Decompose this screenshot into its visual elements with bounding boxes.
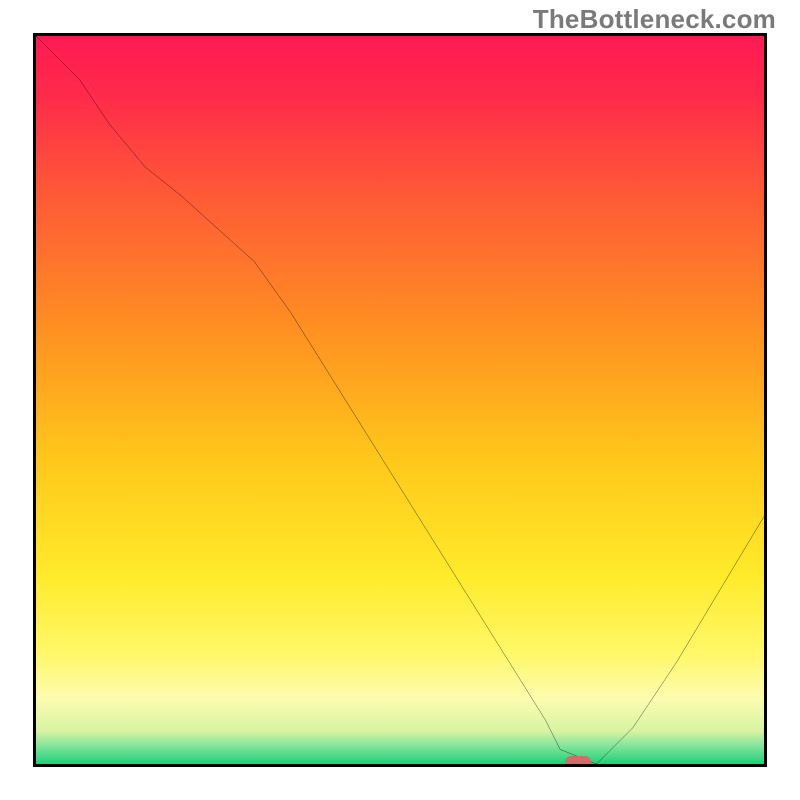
chart-container: TheBottleneck.com	[0, 0, 800, 800]
plot-svg	[36, 36, 764, 764]
plot-frame	[33, 33, 767, 767]
gradient-background	[36, 36, 764, 764]
optimum-marker	[565, 756, 591, 767]
watermark-text: TheBottleneck.com	[533, 4, 776, 35]
